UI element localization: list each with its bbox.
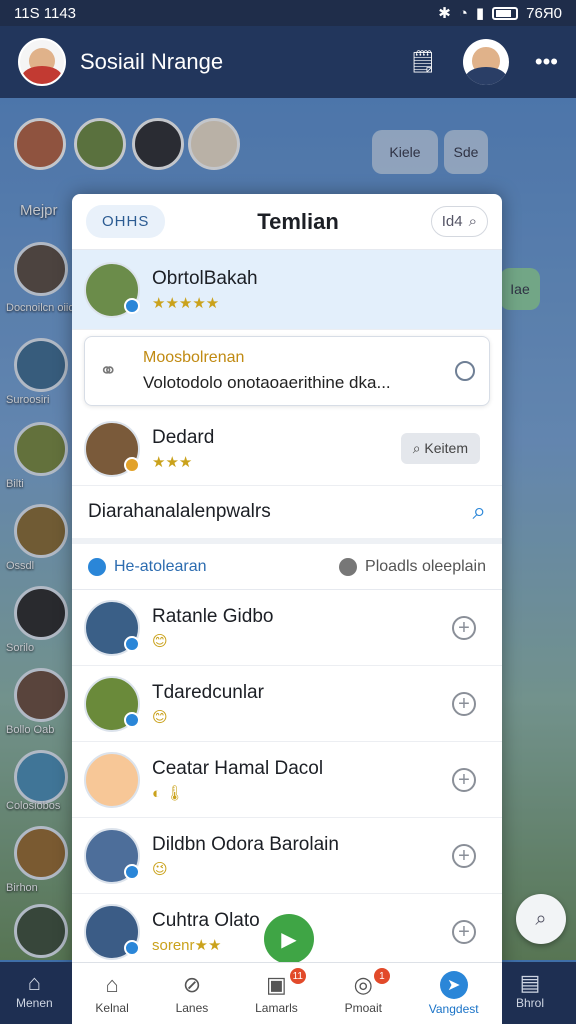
select-radio[interactable] — [455, 361, 475, 381]
contact-status: 😊 — [152, 632, 168, 650]
filter-bar: He-atolearan Ploadls oleeplain — [72, 544, 502, 590]
contact-name: Ratanle Gidbo — [152, 605, 274, 627]
link-icon: ⚭ — [99, 358, 118, 383]
avatar — [84, 903, 140, 960]
avatar — [84, 420, 140, 477]
nav-label: Lamarls — [255, 1001, 298, 1015]
clock-icon — [339, 557, 358, 576]
app-header: Sosiail Nrange 🗒 ••• — [0, 26, 576, 98]
list-item[interactable]: Dedard ★★★ ⌕ Keitem — [72, 412, 502, 486]
nav-outer-left[interactable]: ⌂ Menen — [16, 970, 53, 1010]
status-bar: 11S 1143 ✱ ◔ ▮ 76Я0 — [0, 0, 576, 26]
contact-status: 😊 — [152, 708, 168, 726]
card-title: Moosbolrenan — [143, 349, 245, 366]
modal-header: OHHS Temlian Id4 ⌕ — [72, 194, 502, 250]
nav-label: Vangdest — [428, 1002, 479, 1016]
avatar — [84, 675, 140, 732]
rating-stars: ★★★ — [152, 453, 193, 471]
add-contact-button[interactable]: + — [452, 615, 476, 640]
modal-search[interactable]: Id4 ⌕ — [430, 206, 488, 237]
badge-count: 11 — [289, 968, 306, 984]
rating-stars: ★★★★★ — [152, 294, 220, 312]
contact-name: ObrtolBakah — [152, 267, 258, 289]
contact-name: Dedard — [152, 426, 215, 448]
bag-icon: ▤ — [519, 970, 541, 995]
contact-name: Ceatar Hamal Dacol — [152, 757, 324, 779]
nav-label: Lanes — [175, 1001, 209, 1015]
nav-outer-right[interactable]: ▤ Bhrol — [516, 970, 544, 1010]
list-item[interactable]: Tdaredcunlar 😊 + — [72, 666, 502, 742]
modal-search-text: Id4 — [441, 213, 463, 230]
list-item[interactable]: Ceatar Hamal Dacol ◐ 🌡 + — [72, 742, 502, 818]
status-time: 11S 1143 — [14, 4, 76, 22]
home-icon: ⌂ — [105, 972, 119, 997]
list-item-selected[interactable]: ObrtolBakah ★★★★★ — [72, 250, 502, 330]
bottom-nav: ⌂ Kelnal ⊘ Lanes ▣ 11 Lamarls ◎ 1 Pmoait ➤ Vang… — [72, 962, 502, 1024]
search-row[interactable]: Diarahanalalenpwalrs ⌕ — [72, 486, 502, 544]
nav-send[interactable]: ➤ Vangdest — [429, 971, 479, 1016]
contact-name: Dildbn Odora Barolain — [152, 833, 339, 855]
profile-avatar[interactable] — [18, 38, 66, 86]
user-avatar[interactable] — [462, 39, 509, 85]
nav-label: Pmoait — [344, 1001, 382, 1015]
check-icon — [88, 557, 106, 576]
filter-right[interactable]: Ploadls oleeplain — [339, 557, 486, 576]
notes-icon[interactable]: 🗒 — [409, 49, 437, 75]
wifi-icon: ◔ — [458, 4, 468, 22]
app-title: Sosiail Nrange — [80, 49, 224, 74]
modal-tag[interactable]: OHHS — [86, 205, 166, 238]
friends-modal: OHHS Temlian Id4 ⌕ ObrtolBakah ★★★★★ ⚭ M… — [72, 194, 502, 1024]
search-row-text: Diarahanalalenpwalrs — [88, 501, 271, 522]
contact-status: 😉 — [152, 860, 168, 878]
add-contact-button[interactable]: + — [452, 919, 476, 944]
filter-left-label: He-atolearan — [114, 557, 207, 575]
nav-label: Kelnal — [95, 1001, 129, 1015]
send-icon: ➤ — [439, 971, 468, 999]
bluetooth-icon: ✱ — [438, 5, 451, 22]
home-icon: ⌂ — [27, 970, 41, 995]
find-button[interactable]: ⌕ Keitem — [400, 433, 480, 464]
contact-name: Tdaredcunlar — [152, 681, 264, 703]
add-contact-button[interactable]: + — [452, 691, 476, 716]
add-contact-button[interactable]: + — [452, 843, 476, 868]
search-fab[interactable]: ⌕ — [516, 894, 566, 944]
nav-outer-right-label: Bhrol — [516, 996, 545, 1010]
play-icon[interactable]: ▶ — [264, 914, 314, 964]
nav-messages[interactable]: ◎ 1 Pmoait — [344, 968, 390, 1015]
search-icon[interactable]: ⌕ — [473, 498, 486, 526]
modal-title: Temlian — [257, 208, 339, 234]
avatar — [84, 261, 140, 318]
compass-icon: ⊘ — [182, 972, 202, 997]
signal-icon: ▮ — [475, 5, 485, 22]
nav-home[interactable]: ⌂ Kelnal — [95, 972, 128, 1015]
filter-left[interactable]: He-atolearan — [88, 557, 207, 576]
avatar — [84, 599, 140, 656]
avatar — [84, 751, 140, 808]
nav-media[interactable]: ▣ 11 Lamarls — [255, 968, 306, 1015]
invite-card[interactable]: ⚭ Moosbolrenan Volotodolo onotaoaerithin… — [84, 336, 490, 406]
add-contact-button[interactable]: + — [452, 767, 476, 792]
status-right-text: 76Я0 — [526, 4, 562, 22]
more-icon[interactable]: ••• — [535, 49, 558, 75]
nav-lanes[interactable]: ⊘ Lanes — [176, 972, 209, 1015]
list-item[interactable]: Dildbn Odora Barolain 😉 + — [72, 818, 502, 894]
nav-outer-left-label: Menen — [16, 996, 53, 1010]
find-button-label: Keitem — [424, 440, 468, 456]
chat-icon: ◎ — [353, 972, 373, 997]
filter-right-label: Ploadls oleeplain — [365, 557, 486, 575]
card-description: Volotodolo onotaoaerithine dka... — [143, 373, 391, 392]
list-item[interactable]: Ratanle Gidbo 😊 + — [72, 590, 502, 666]
list-item[interactable]: Cuhtra Olato sorenr★★ ▶ + — [72, 894, 502, 970]
camera-icon: ▣ — [266, 972, 287, 997]
avatar — [84, 827, 140, 884]
contact-status: ◐ 🌡 — [152, 784, 185, 802]
badge-count: 1 — [373, 968, 390, 984]
search-icon: ⌕ — [468, 213, 477, 230]
battery-icon — [492, 6, 519, 20]
search-icon: ⌕ — [535, 907, 547, 930]
